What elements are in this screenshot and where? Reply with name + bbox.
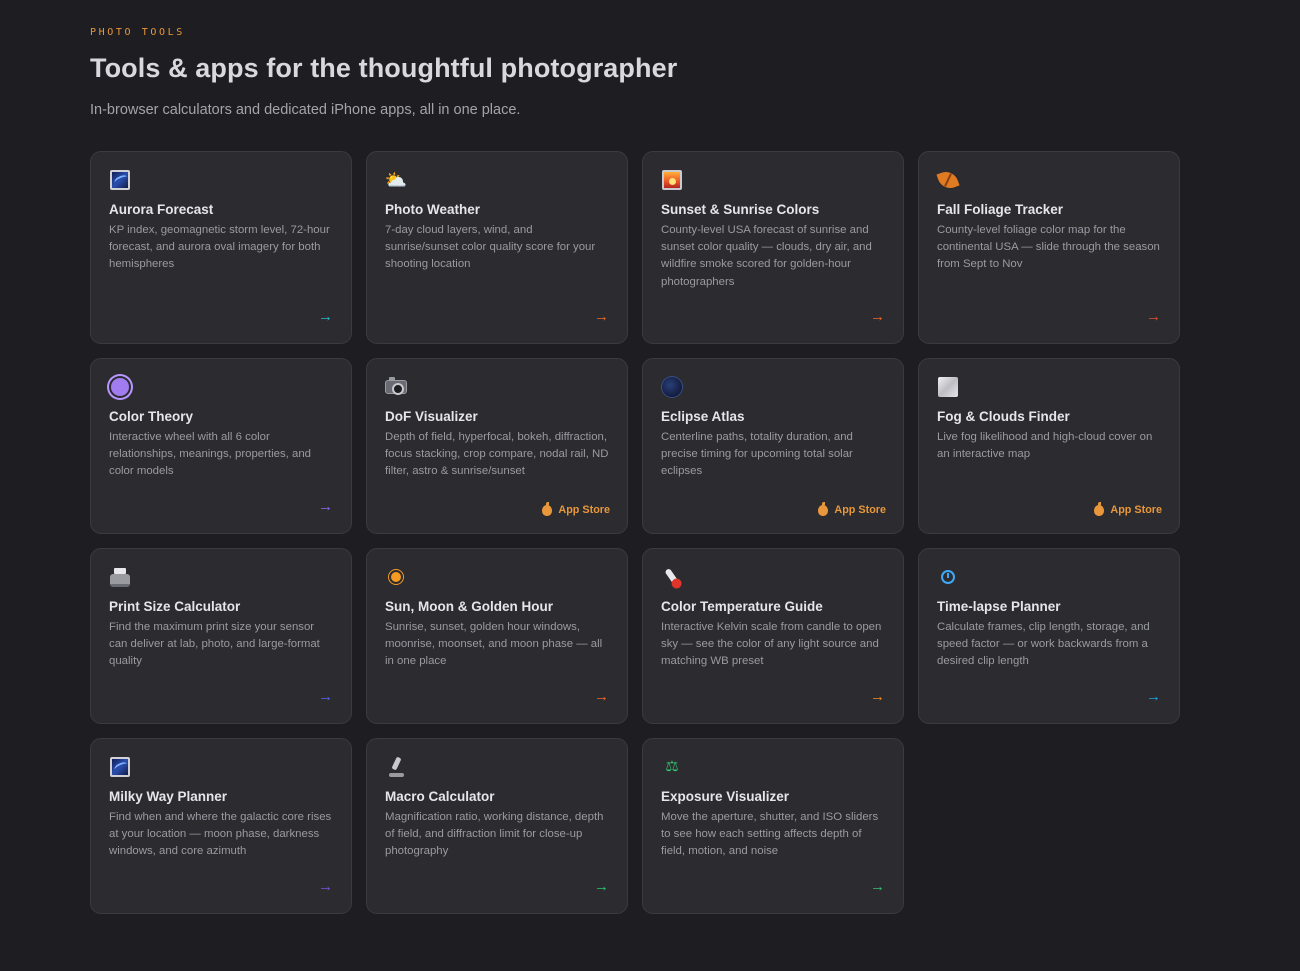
arrow-right-icon[interactable]: → [318, 689, 333, 705]
card-description: Move the aperture, shutter, and ISO slid… [661, 811, 879, 858]
arrow-right-icon[interactable]: → [594, 879, 609, 895]
apple-icon [542, 501, 553, 516]
tool-card[interactable]: Sunset & Sunrise Colors County-level USA … [642, 151, 904, 344]
sun-cloud-icon: ⛅ [384, 170, 408, 190]
tool-card[interactable]: Time-lapse Planner Calculate frames, clip… [918, 548, 1180, 724]
card-description: Live fog likelihood and high-cloud cover… [937, 431, 1153, 461]
card-description: Find when and where the galactic core ri… [109, 811, 332, 858]
arrow-right-icon[interactable]: → [870, 879, 885, 895]
app-store-link[interactable]: App Store [1094, 501, 1162, 516]
aurora-icon [109, 169, 131, 191]
card-description: County-level USA forecast of sunrise and… [661, 224, 872, 288]
card-title: Sun, Moon & Golden Hour [385, 599, 553, 614]
page-subtitle: In-browser calculators and dedicated iPh… [90, 102, 521, 118]
card-description: Interactive wheel with all 6 color relat… [109, 431, 311, 478]
app-store-link[interactable]: App Store [542, 501, 610, 516]
card-title: Milky Way Planner [109, 789, 228, 804]
tool-card[interactable]: Milky Way Planner Find when and where the… [90, 738, 352, 914]
printer-icon [109, 566, 131, 588]
page: PHOTO TOOLS Tools & apps for the thought… [0, 0, 1300, 971]
card-title: DoF Visualizer [385, 409, 478, 424]
card-title: Sunset & Sunrise Colors [661, 202, 820, 217]
eclipse-icon [661, 376, 683, 398]
thermometer-icon [661, 566, 683, 588]
sun-icon [385, 566, 407, 588]
tool-card[interactable]: Eclipse Atlas Centerline paths, totality … [642, 358, 904, 534]
card-title: Photo Weather [385, 202, 481, 217]
tool-card[interactable]: Fog & Clouds Finder Live fog likelihood a… [918, 358, 1180, 534]
arrow-right-icon[interactable]: → [594, 309, 609, 325]
card-description: Calculate frames, clip length, storage, … [937, 621, 1150, 668]
app-store-label: App Store [1110, 504, 1162, 516]
card-title: Color Theory [109, 409, 194, 424]
scale-icon: ⚖ [665, 758, 679, 775]
tool-card[interactable]: Color Temperature Guide Interactive Kelvi… [642, 548, 904, 724]
arrow-right-icon[interactable]: → [318, 499, 333, 515]
color-wheel-icon [109, 376, 131, 398]
arrow-right-icon[interactable]: → [870, 309, 885, 325]
tools-grid: Aurora Forecast KP index, geomagnetic sto… [90, 151, 1180, 914]
tool-card[interactable]: ⚖ Exposure Visualizer Move the aperture, s… [642, 738, 904, 914]
page-title: Tools & apps for the thoughtful photogra… [90, 53, 678, 83]
tool-card[interactable]: Print Size Calculator Find the maximum pr… [90, 548, 352, 724]
camera-icon [385, 376, 407, 398]
app-store-link[interactable]: App Store [818, 501, 886, 516]
arrow-right-icon[interactable]: → [870, 689, 885, 705]
card-title: Time-lapse Planner [937, 599, 1061, 614]
eyebrow-label: PHOTO TOOLS [90, 27, 185, 38]
card-description: 7-day cloud layers, wind, and sunrise/su… [385, 224, 596, 271]
tool-card[interactable]: Sun, Moon & Golden Hour Sunrise, sunset, … [366, 548, 628, 724]
card-description: Centerline paths, totality duration, and… [661, 431, 853, 478]
card-title: Aurora Forecast [109, 202, 214, 217]
arrow-right-icon[interactable]: → [1146, 689, 1161, 705]
tool-card[interactable]: Macro Calculator Magnification ratio, wor… [366, 738, 628, 914]
card-title: Eclipse Atlas [661, 409, 745, 424]
card-title: Fall Foliage Tracker [937, 202, 1064, 217]
card-title: Exposure Visualizer [661, 789, 790, 804]
leaf-icon [936, 168, 960, 192]
app-store-label: App Store [834, 504, 886, 516]
sunset-icon [661, 169, 683, 191]
card-title: Color Temperature Guide [661, 599, 823, 614]
tool-card[interactable]: Aurora Forecast KP index, geomagnetic sto… [90, 151, 352, 344]
apple-icon [818, 501, 829, 516]
card-description: KP index, geomagnetic storm level, 72-ho… [109, 224, 330, 271]
microscope-icon [385, 756, 407, 778]
milky-way-icon [109, 756, 131, 778]
card-description: Depth of field, hyperfocal, bokeh, diffr… [385, 431, 609, 478]
fog-icon [937, 376, 959, 398]
arrow-right-icon[interactable]: → [594, 689, 609, 705]
card-title: Print Size Calculator [109, 599, 241, 614]
tool-card[interactable]: Color Theory Interactive wheel with all 6… [90, 358, 352, 534]
card-description: Magnification ratio, working distance, d… [385, 811, 604, 858]
app-store-label: App Store [558, 504, 610, 516]
card-title: Macro Calculator [385, 789, 495, 804]
tool-card[interactable]: ⛅ Photo Weather 7-day cloud layers, wind, … [366, 151, 628, 344]
timer-icon [937, 566, 959, 588]
arrow-right-icon[interactable]: → [318, 309, 333, 325]
arrow-right-icon[interactable]: → [318, 879, 333, 895]
card-description: Interactive Kelvin scale from candle to … [661, 621, 882, 668]
tool-card[interactable]: Fall Foliage Tracker County-level foliage… [918, 151, 1180, 344]
card-description: Find the maximum print size your sensor … [109, 621, 320, 668]
tool-card[interactable]: DoF Visualizer Depth of field, hyperfocal… [366, 358, 628, 534]
apple-icon [1094, 501, 1105, 516]
arrow-right-icon[interactable]: → [1146, 309, 1161, 325]
card-title: Fog & Clouds Finder [937, 409, 1070, 424]
card-description: County-level foliage color map for the c… [937, 224, 1160, 271]
card-description: Sunrise, sunset, golden hour windows, mo… [385, 621, 603, 668]
